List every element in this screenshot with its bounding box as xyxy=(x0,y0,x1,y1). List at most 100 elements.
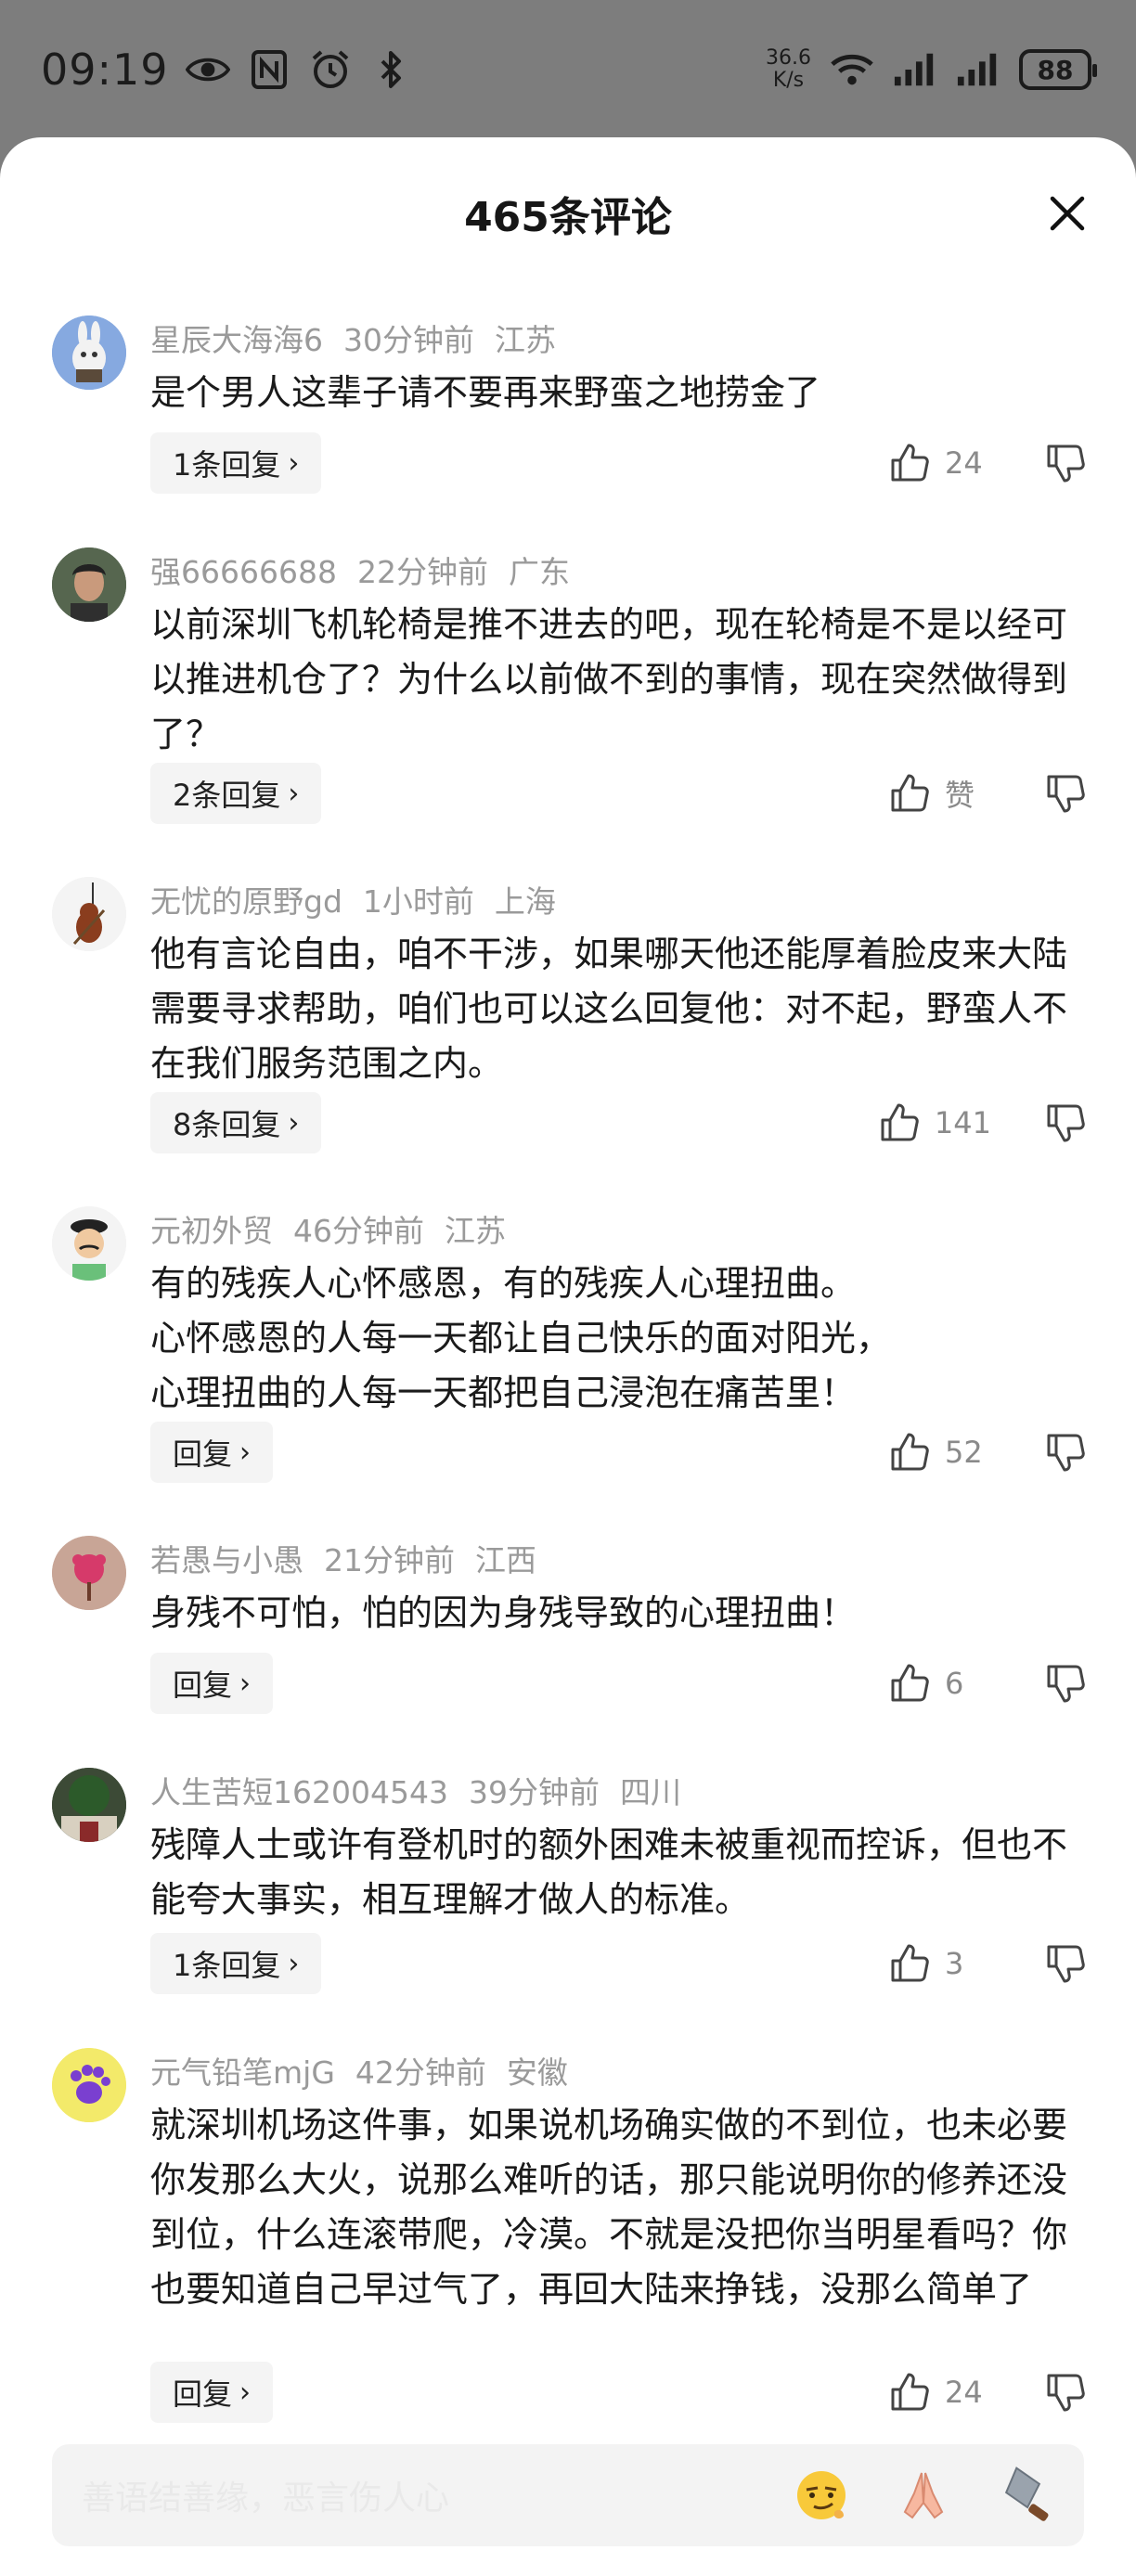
thumbs-down-icon xyxy=(1047,1434,1085,1472)
avatar[interactable] xyxy=(52,316,126,390)
comment-actions: 回复 › 52 xyxy=(150,1422,1086,1483)
like-button[interactable]: 24 xyxy=(889,2372,991,2413)
reply-label: 1条回复 xyxy=(173,1948,281,1983)
comment-time: 46分钟前 xyxy=(293,1213,424,1249)
like-button[interactable]: 赞 xyxy=(889,772,991,815)
like-button[interactable]: 3 xyxy=(889,1943,991,1984)
like-count: 24 xyxy=(945,445,983,481)
comment-location: 安徽 xyxy=(506,2054,568,2091)
dislike-button[interactable] xyxy=(1045,2372,1086,2413)
eye-icon xyxy=(185,47,230,92)
smirk-emoji-icon xyxy=(797,2471,846,2519)
comment-username[interactable]: 人生苦短162004543 xyxy=(150,1768,448,1812)
thumbs-down-icon xyxy=(1047,444,1085,483)
comment-location: 四川 xyxy=(619,1774,681,1810)
thumbs-up-icon xyxy=(891,1944,929,1982)
like-count: 6 xyxy=(945,1666,964,1701)
thumbs-up-icon xyxy=(881,1103,919,1141)
vote-controls: 24 xyxy=(889,443,1086,483)
avatar[interactable] xyxy=(52,2048,126,2122)
comment-text-line: 以前深圳飞机轮椅是推不进去的吧，现在轮椅是不是以经可以推进机仓了？为什么以前做不… xyxy=(150,604,1068,754)
dislike-button[interactable] xyxy=(1045,1102,1086,1143)
clock: 09:19 xyxy=(41,45,169,95)
comment-username[interactable]: 元气铅笔mjG xyxy=(150,2048,335,2093)
avatar[interactable] xyxy=(52,547,126,622)
comment-time: 21分钟前 xyxy=(324,1542,455,1578)
comment-meta: 星辰大海海6 30分钟前 江苏 xyxy=(150,316,556,360)
comment-meta: 强66666688 22分钟前 广东 xyxy=(150,547,570,592)
comment-input[interactable]: 善语结善缘，恶言伤人心 xyxy=(82,2471,754,2519)
comment-text-line: 心理扭曲的人每一天都把自己浸泡在痛苦里！ xyxy=(150,1372,857,1413)
like-count: 赞 xyxy=(945,778,975,813)
comment-username[interactable]: 若愚与小愚 xyxy=(150,1536,303,1580)
comment-location: 上海 xyxy=(494,883,556,920)
comment-input-bar[interactable]: 善语结善缘，恶言伤人心 xyxy=(52,2444,1084,2546)
dislike-button[interactable] xyxy=(1045,1943,1086,1984)
like-count: 24 xyxy=(945,2375,983,2410)
thumbs-down-icon xyxy=(1047,1665,1085,1703)
comment-text-line: 有的残疾人心怀感恩，有的残疾人心理扭曲。 xyxy=(150,1263,857,1304)
chevron-right-icon: › xyxy=(288,1106,300,1140)
comment-text-line: 他有言论自由，咱不干涉，如果哪天他还能厚着脸皮来大陆需要寻求帮助，咱们也可以这么… xyxy=(150,934,1068,1084)
comment-username[interactable]: 元初外贸 xyxy=(150,1206,273,1251)
thumbs-down-icon xyxy=(1047,2374,1085,2412)
avatar[interactable] xyxy=(52,877,126,951)
comment-username[interactable]: 星辰大海海6 xyxy=(150,316,323,360)
avatar[interactable] xyxy=(52,1536,126,1610)
comment-text: 就深圳机场这件事，如果说机场确实做的不到位，也未必要你发那么大火，说那么难听的话… xyxy=(150,2098,1086,2317)
vote-controls: 52 xyxy=(889,1432,1086,1473)
comment-text: 是个男人这辈子请不要再来野蛮之地捞金了 xyxy=(150,366,1086,420)
chevron-right-icon: › xyxy=(288,446,300,480)
dislike-button[interactable] xyxy=(1045,773,1086,814)
thumbs-down-icon xyxy=(1047,1104,1085,1142)
comment-location: 江苏 xyxy=(445,1213,506,1249)
close-icon xyxy=(1050,196,1085,231)
like-count: 3 xyxy=(945,1946,964,1981)
vote-controls: 24 xyxy=(889,2372,1086,2413)
reply-button[interactable]: 回复 › xyxy=(150,1653,274,1714)
comment-text: 有的残疾人心怀感恩，有的残疾人心理扭曲。 心怀感恩的人每一天都让自己快乐的面对阳… xyxy=(150,1256,1086,1421)
like-button[interactable]: 52 xyxy=(889,1432,991,1473)
reply-label: 回复 xyxy=(173,2376,233,2412)
comment-count-title: 465条评论 xyxy=(464,194,672,241)
comment-username[interactable]: 强66666688 xyxy=(150,547,337,592)
vote-controls: 赞 xyxy=(889,772,1086,815)
avatar[interactable] xyxy=(52,1206,126,1281)
comment-text-line: 就深圳机场这件事，如果说机场确实做的不到位，也未必要你发那么大火，说那么难听的话… xyxy=(150,2105,1068,2310)
comment-time: 1小时前 xyxy=(362,883,474,920)
view-replies-button[interactable]: 1条回复 › xyxy=(150,432,322,494)
chevron-right-icon: › xyxy=(239,2376,252,2409)
status-right: 36.6 K/s 88 xyxy=(766,47,1097,92)
dislike-button[interactable] xyxy=(1045,1432,1086,1473)
emoji-smirk-button[interactable] xyxy=(787,2461,856,2530)
like-button[interactable]: 24 xyxy=(889,443,991,483)
comment-text-line: 是个男人这辈子请不要再来野蛮之地捞金了 xyxy=(150,372,821,413)
status-bar: 09:19 36.6 K/s 88 xyxy=(0,0,1136,139)
reply-label: 回复 xyxy=(173,1668,233,1703)
comment-meta: 若愚与小愚 21分钟前 江西 xyxy=(150,1536,536,1580)
comment-meta: 元气铅笔mjG 42分钟前 安徽 xyxy=(150,2048,568,2093)
network-speed: 36.6 K/s xyxy=(766,47,811,92)
like-button[interactable]: 141 xyxy=(879,1102,991,1143)
avatar[interactable] xyxy=(52,1768,126,1842)
like-button[interactable]: 6 xyxy=(889,1663,991,1704)
chevron-right-icon: › xyxy=(288,1947,300,1980)
view-replies-button[interactable]: 1条回复 › xyxy=(150,1933,322,1994)
emoji-pray-button[interactable] xyxy=(889,2461,958,2530)
chevron-right-icon: › xyxy=(239,1436,252,1469)
close-button[interactable] xyxy=(1039,186,1095,241)
emoji-knife-button[interactable] xyxy=(991,2461,1060,2530)
nfc-icon xyxy=(247,47,291,92)
view-replies-button[interactable]: 8条回复 › xyxy=(150,1092,322,1153)
comment-meta: 元初外贸 46分钟前 江苏 xyxy=(150,1206,506,1251)
dislike-button[interactable] xyxy=(1045,443,1086,483)
comment-actions: 回复 › 6 xyxy=(150,1653,1086,1714)
chevron-right-icon: › xyxy=(288,777,300,810)
reply-button[interactable]: 回复 › xyxy=(150,1422,274,1483)
comment-time: 39分钟前 xyxy=(468,1774,600,1810)
view-replies-button[interactable]: 2条回复 › xyxy=(150,763,322,824)
comment-username[interactable]: 无忧的原野gd xyxy=(150,877,342,921)
vote-controls: 141 xyxy=(879,1102,1086,1143)
reply-button[interactable]: 回复 › xyxy=(150,2362,274,2423)
dislike-button[interactable] xyxy=(1045,1663,1086,1704)
